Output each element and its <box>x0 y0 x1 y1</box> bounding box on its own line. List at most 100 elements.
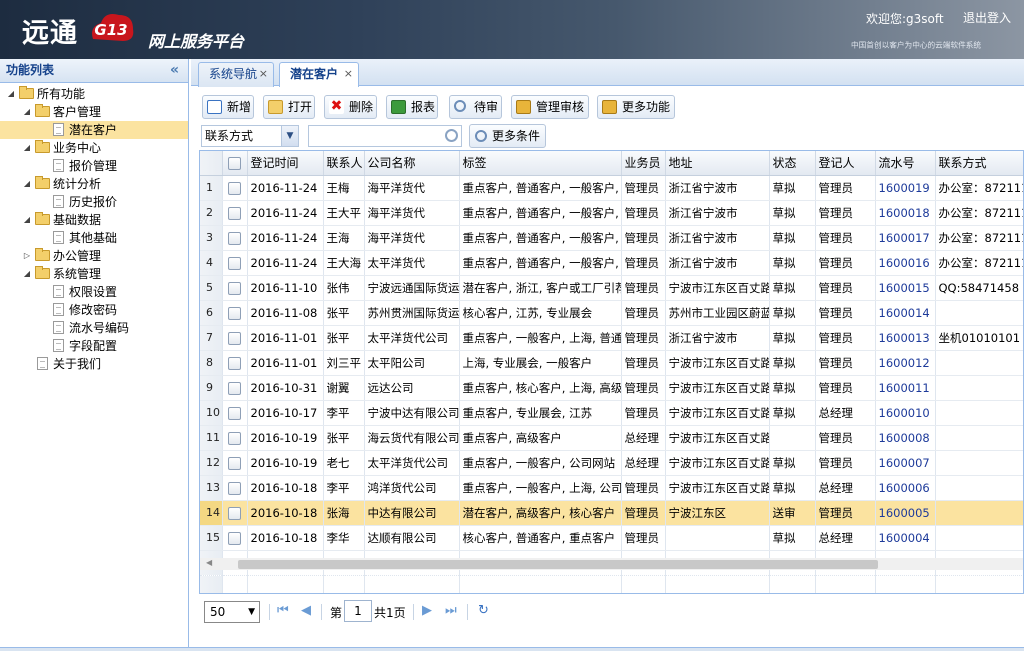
column-header[interactable]: 公司名称 <box>364 151 460 176</box>
search-input[interactable] <box>308 125 462 147</box>
row-checkbox[interactable] <box>222 275 248 301</box>
table-row[interactable]: 8 2016-11-01 刘三平 太平阳公司 上海, 专业展会, 一般客户 管理员 宁波市江… <box>200 350 1023 376</box>
table-row[interactable]: 1 2016-11-24王梅海平洋货代重点客户, 普通客户, 一般客户, 上海, … <box>200 175 1023 201</box>
checkbox-icon[interactable] <box>228 331 241 345</box>
expand-arrow-icon[interactable]: ◢ <box>22 103 32 121</box>
checkbox-icon[interactable] <box>228 481 241 495</box>
table-row[interactable]: 15 2016-10-18 李华 达顺有限公司 核心客户, 普通客户, 重点客户 管理员 草… <box>200 525 1023 551</box>
checkbox-icon[interactable] <box>228 406 241 420</box>
delete-button[interactable]: ✖ 删除 <box>324 95 377 119</box>
select-all-checkbox[interactable] <box>222 151 248 176</box>
page-size-select[interactable]: 50 ▼ <box>204 601 260 623</box>
page-number-input[interactable]: 1 <box>344 600 372 622</box>
column-header[interactable]: 登记时间 <box>247 151 324 176</box>
more-functions-button[interactable]: 更多功能 <box>597 95 675 119</box>
row-checkbox[interactable] <box>222 200 248 226</box>
horizontal-scrollbar[interactable]: ◀ <box>200 558 1023 570</box>
row-checkbox[interactable] <box>222 425 248 451</box>
row-checkbox[interactable] <box>222 500 248 526</box>
more-conditions-button[interactable]: 更多条件 <box>469 124 547 148</box>
column-header[interactable]: 登记人 <box>815 151 876 176</box>
row-checkbox[interactable] <box>222 350 248 376</box>
report-button[interactable]: 报表 <box>386 95 438 119</box>
row-checkbox[interactable] <box>222 325 248 351</box>
checkbox-icon[interactable] <box>228 431 241 445</box>
table-row[interactable]: 12 2016-10-19 老七 太平洋货代公司 重点客户, 一般客户, 公司网站 总经理… <box>200 450 1023 476</box>
expand-arrow-icon[interactable]: ◢ <box>22 265 32 283</box>
chevron-down-icon[interactable]: ▼ <box>248 602 255 622</box>
tree-node-about-us[interactable]: 关于我们 <box>0 355 188 373</box>
row-checkbox[interactable] <box>222 375 248 401</box>
expand-arrow-icon[interactable]: ◢ <box>22 211 32 229</box>
column-header[interactable]: 联系方式 <box>935 151 1023 176</box>
row-checkbox[interactable] <box>222 300 248 326</box>
table-row[interactable]: 2 2016-11-24王大平海平洋货代重点客户, 普通客户, 一般客户, 上海,… <box>200 200 1023 226</box>
tab-system-nav[interactable]: 系统导航 × <box>198 62 274 87</box>
tree-node-base-data[interactable]: ◢ 基础数据 <box>0 211 188 229</box>
table-row[interactable]: 4 2016-11-24王大海太平洋货代重点客户, 普通客户, 一般客户, 上海,… <box>200 250 1023 276</box>
tree-node-potential-customers[interactable]: 潜在客户 <box>0 121 188 139</box>
checkbox-icon[interactable] <box>228 456 241 470</box>
tree-node-all[interactable]: ◢ 所有功能 <box>0 85 188 103</box>
expand-arrow-icon[interactable]: ◢ <box>6 85 16 103</box>
first-page-icon[interactable]: ⏮ <box>277 603 289 618</box>
close-icon[interactable]: × <box>344 63 353 85</box>
column-header[interactable]: 流水号 <box>875 151 936 176</box>
checkbox-icon[interactable] <box>228 206 241 220</box>
logout-link[interactable]: 退出登入 <box>963 9 1011 26</box>
row-checkbox[interactable] <box>222 525 248 551</box>
checkbox-icon[interactable] <box>228 381 241 395</box>
checkbox-icon[interactable] <box>228 531 241 545</box>
scroll-left-icon[interactable]: ◀ <box>206 558 212 567</box>
row-checkbox[interactable] <box>222 450 248 476</box>
collapse-arrow-icon[interactable]: ▷ <box>22 247 32 265</box>
row-checkbox[interactable] <box>222 225 248 251</box>
tree-node-change-password[interactable]: 修改密码 <box>0 301 188 319</box>
table-row[interactable]: 10 2016-10-17 李平 宁波中达有限公司 重点客户, 专业展会, 江苏 管理员宁… <box>200 400 1023 426</box>
pending-review-button[interactable]: 待审 <box>449 95 502 119</box>
chevron-down-icon[interactable]: ▼ <box>281 126 298 146</box>
search-icon[interactable] <box>445 129 458 142</box>
table-row[interactable]: 14 2016-10-18 张海 中达有限公司 潜在客户, 高级客户, 核心客户 管理员宁… <box>200 500 1023 526</box>
row-checkbox[interactable] <box>222 400 248 426</box>
column-header[interactable]: 地址 <box>665 151 770 176</box>
tree-node-system-mgmt[interactable]: ◢ 系统管理 <box>0 265 188 283</box>
checkbox-icon[interactable] <box>228 231 241 245</box>
search-field-select[interactable]: 联系方式 ▼ <box>201 125 299 147</box>
tree-node-serial-coding[interactable]: 流水号编码 <box>0 319 188 337</box>
row-checkbox[interactable] <box>222 475 248 501</box>
column-header[interactable]: 业务员 <box>621 151 666 176</box>
add-button[interactable]: 新增 <box>202 95 254 119</box>
table-row[interactable]: 5 2016-11-10张伟宁波远通国际货运代理潜在客户, 浙江, 客户或工厂引荐… <box>200 275 1023 301</box>
tree-node-quote-mgmt[interactable]: 报价管理 <box>0 157 188 175</box>
tab-potential-customers[interactable]: 潜在客户 × <box>279 62 359 87</box>
expand-arrow-icon[interactable]: ◢ <box>22 175 32 193</box>
column-header[interactable]: 标签 <box>459 151 622 176</box>
row-checkbox[interactable] <box>222 175 248 201</box>
scrollbar-thumb[interactable] <box>238 560 878 569</box>
tree-node-permissions[interactable]: 权限设置 <box>0 283 188 301</box>
last-page-icon[interactable]: ⏭ <box>445 603 457 618</box>
tree-node-other-base[interactable]: 其他基础 <box>0 229 188 247</box>
tree-node-field-config[interactable]: 字段配置 <box>0 337 188 355</box>
checkbox-icon[interactable] <box>228 256 241 270</box>
checkbox-icon[interactable] <box>228 281 241 295</box>
table-row[interactable]: 62016-11-08张平苏州贯洲国际货运代理核心客户, 江苏, 专业展会管理员… <box>200 300 1023 326</box>
row-checkbox[interactable] <box>222 250 248 276</box>
table-row[interactable]: 13 2016-10-18李平鸿洋货代公司重点客户, 一般客户, 上海, 公司网站… <box>200 475 1023 501</box>
tree-node-statistics[interactable]: ◢ 统计分析 <box>0 175 188 193</box>
tree-node-quote-history[interactable]: 历史报价 <box>0 193 188 211</box>
prev-page-icon[interactable]: ◀ <box>301 603 311 618</box>
checkbox-icon[interactable] <box>228 181 241 195</box>
tree-node-customer-mgmt[interactable]: ◢ 客户管理 <box>0 103 188 121</box>
tree-node-business-center[interactable]: ◢ 业务中心 <box>0 139 188 157</box>
column-header[interactable]: 联系人 <box>323 151 365 176</box>
next-page-icon[interactable]: ▶ <box>422 603 432 618</box>
double-chevron-left-icon[interactable]: « <box>170 59 179 81</box>
table-row[interactable]: 3 2016-11-24王海海平洋货代重点客户, 普通客户, 一般客户, 上海, … <box>200 225 1023 251</box>
checkbox-icon[interactable] <box>228 506 241 520</box>
table-row[interactable]: 7 2016-11-01张平太平洋货代公司重点客户, 一般客户, 上海, 普通客户… <box>200 325 1023 351</box>
checkbox-icon[interactable] <box>228 156 241 170</box>
expand-arrow-icon[interactable]: ◢ <box>22 139 32 157</box>
column-header[interactable]: 状态 <box>769 151 816 176</box>
